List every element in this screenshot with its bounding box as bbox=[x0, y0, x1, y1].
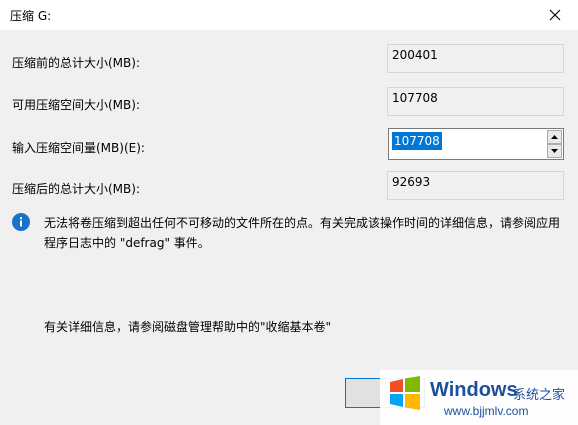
total-size-after-value: 92693 bbox=[387, 171, 564, 200]
total-size-before-label: 压缩前的总计大小(MB): bbox=[12, 56, 140, 70]
spin-up-icon bbox=[551, 135, 558, 139]
spin-up-button[interactable] bbox=[547, 130, 562, 144]
watermark-subtitle: 系统之家 bbox=[513, 388, 566, 403]
close-button[interactable] bbox=[532, 0, 578, 30]
available-shrink-space-label: 可用压缩空间大小(MB): bbox=[12, 98, 140, 112]
spin-down-button[interactable] bbox=[547, 144, 562, 158]
total-size-before-value: 200401 bbox=[387, 44, 564, 73]
info-icon bbox=[12, 213, 30, 231]
shrink-amount-stepper[interactable]: 107708 bbox=[388, 128, 564, 160]
info-message: 无法将卷压缩到超出任何不可移动的文件所在的点。有关完成该操作时间的详细信息，请参… bbox=[44, 216, 561, 250]
help-reference-text: 有关详细信息，请参阅磁盘管理帮助中的"收缩基本卷" bbox=[44, 320, 332, 334]
dialog-title: 压缩 G: bbox=[10, 9, 52, 23]
title-bar: 压缩 G: bbox=[0, 0, 578, 30]
shrink-amount-input[interactable]: 107708 bbox=[392, 132, 442, 150]
watermark-title: Windows bbox=[430, 379, 518, 401]
spin-down-icon bbox=[551, 149, 558, 153]
watermark-url: www.bjjmlv.com bbox=[444, 404, 529, 418]
shrink-amount-label: 输入压缩空间量(MB)(E): bbox=[12, 141, 145, 155]
windows-logo-icon bbox=[390, 376, 420, 410]
total-size-after-label: 压缩后的总计大小(MB): bbox=[12, 182, 140, 196]
shrink-dialog: 压缩 G: 压缩前的总计大小(MB): 200401 可用压缩空间大小(MB):… bbox=[0, 0, 578, 425]
watermark: Windows 系统之家 www.bjjmlv.com bbox=[380, 370, 578, 425]
close-icon bbox=[549, 9, 561, 21]
available-shrink-space-value: 107708 bbox=[387, 87, 564, 116]
